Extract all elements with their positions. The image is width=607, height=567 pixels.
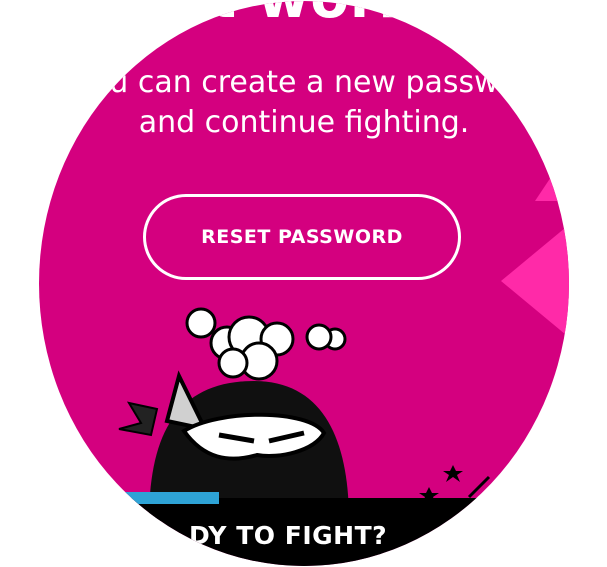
footer-bar: DY TO FIGHT?: [39, 492, 569, 566]
reset-password-label: RESET PASSWORD: [201, 226, 403, 248]
reset-password-button[interactable]: RESET PASSWORD: [143, 194, 461, 280]
page: t worl u can create a new passw and cont…: [0, 0, 607, 567]
ready-to-fight-link[interactable]: DY TO FIGHT?: [189, 521, 387, 550]
ninja-icon: [118, 307, 349, 521]
message-line-1: u can create a new passw: [109, 65, 499, 100]
decor-triangle-right: [501, 223, 569, 339]
dust-cloud-icon: [185, 307, 347, 381]
page-title: t worl: [39, 1, 569, 31]
circular-viewport: t worl u can create a new passw and cont…: [39, 1, 569, 566]
message-line-2: and continue fighting.: [138, 105, 470, 140]
footer-accent: [109, 492, 219, 504]
decor-triangle-top: [535, 141, 569, 201]
